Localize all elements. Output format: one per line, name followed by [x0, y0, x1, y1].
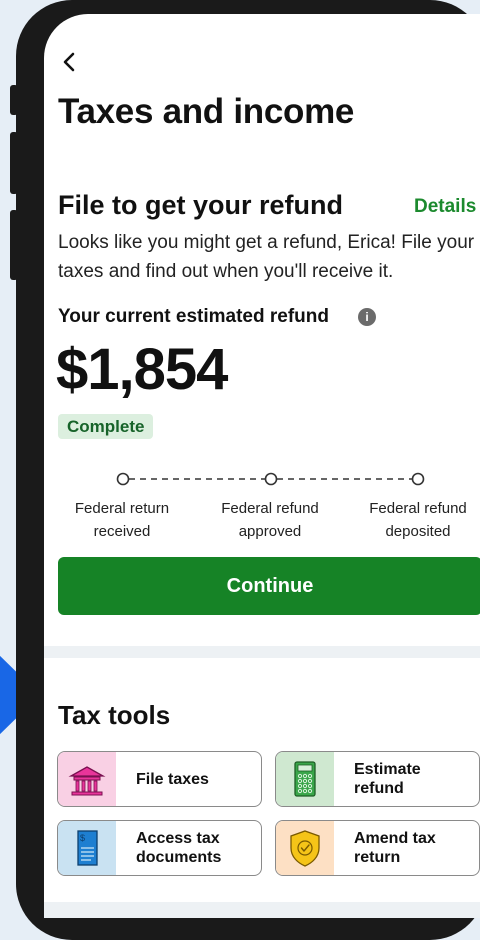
estimated-refund-label: Your current estimated refund: [58, 306, 329, 327]
bank-icon: [58, 752, 116, 806]
calculator-icon: [276, 752, 334, 806]
page-title: Taxes and income: [58, 92, 355, 131]
chevron-left-icon[interactable]: [58, 50, 82, 74]
info-icon[interactable]: i: [358, 308, 376, 326]
continue-button[interactable]: Continue: [58, 557, 480, 615]
tool-label: Access tax documents: [136, 830, 222, 866]
stage-label-approved: Federal refund approved: [221, 500, 319, 540]
app-screen: Taxes and income File to get your refund…: [44, 14, 480, 918]
tool-label: File taxes: [136, 770, 209, 788]
tax-tools-heading: Tax tools: [58, 700, 171, 730]
amend-tax-return-button[interactable]: Amend tax return: [275, 820, 480, 876]
access-tax-documents-button[interactable]: $ Access tax documents: [57, 820, 262, 876]
details-link[interactable]: Details: [414, 196, 476, 218]
refund-description: Looks like you might get a refund, Erica…: [58, 232, 475, 282]
stage-label-deposited: Federal refund deposited: [369, 500, 467, 540]
stage-node-1: [116, 472, 130, 486]
shield-check-icon: [276, 821, 334, 875]
document-icon: $: [58, 821, 116, 875]
tracker-line: [116, 472, 425, 486]
tool-label: Estimate refund: [354, 761, 421, 797]
estimate-refund-button[interactable]: Estimate refund: [275, 751, 480, 807]
section-divider: [44, 646, 480, 658]
refund-progress-tracker: Federal return received Federal refund a…: [44, 454, 480, 564]
stage-node-2: [264, 472, 278, 486]
stage-node-3: [411, 472, 425, 486]
svg-text:$: $: [80, 833, 85, 843]
refund-amount: $1,854: [56, 337, 228, 402]
refund-heading: File to get your refund: [58, 190, 344, 220]
section-divider-bottom: [44, 902, 480, 918]
phone-frame: Taxes and income File to get your refund…: [16, 0, 480, 940]
tool-label: Amend tax return: [354, 830, 436, 866]
stage-label-received: Federal return received: [74, 500, 170, 540]
file-taxes-button[interactable]: File taxes: [57, 751, 262, 807]
status-badge: Complete: [58, 414, 154, 439]
